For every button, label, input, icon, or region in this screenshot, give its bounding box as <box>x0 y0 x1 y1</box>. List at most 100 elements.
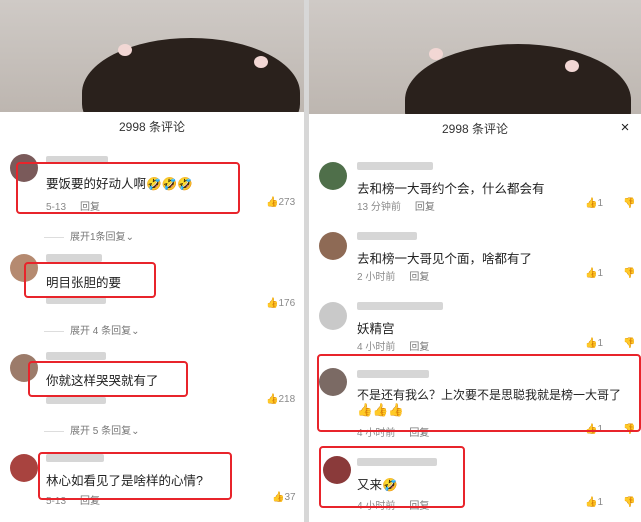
comment-text: 要饭要的好动人啊🤣🤣🤣 <box>46 177 193 191</box>
dislike-icon[interactable]: 👎 <box>623 268 635 279</box>
comment-text: 去和榜一大哥约个会，什么都会有 <box>357 182 545 196</box>
like-button[interactable]: 👍1 <box>585 424 603 435</box>
meta-blurred <box>46 397 106 404</box>
dislike-icon[interactable]: 👎 <box>623 198 635 209</box>
comment-text: 又来🤣 <box>357 478 398 492</box>
username-blurred[interactable] <box>357 370 429 378</box>
like-button[interactable]: 👍176 <box>266 298 295 309</box>
like-icon: 👍 <box>585 338 598 349</box>
like-count: 176 <box>278 298 296 309</box>
video-background <box>0 0 304 112</box>
right-comment-panel: 2998 条评论 × 去和榜一大哥约个会，什么都会有 13 分钟前 回复 👍1 👎… <box>309 0 641 522</box>
like-icon: 👍 <box>585 497 598 508</box>
comment-meta: 5-13 回复 <box>46 492 100 507</box>
avatar[interactable] <box>323 456 351 484</box>
comment-meta: 4 小时前 回复 <box>357 338 429 353</box>
like-icon: 👍 <box>266 197 279 208</box>
avatar[interactable] <box>10 254 38 282</box>
chevron-down-icon: ⌄ <box>131 426 140 437</box>
close-icon[interactable]: × <box>617 120 633 136</box>
like-button[interactable]: 👍1 <box>585 198 603 209</box>
like-count: 37 <box>284 492 296 503</box>
avatar[interactable] <box>10 154 38 182</box>
like-count: 1 <box>597 497 604 508</box>
like-icon: 👍 <box>585 198 598 209</box>
chevron-down-icon: ⌄ <box>125 232 134 243</box>
comment-time: 4 小时前 <box>357 342 396 353</box>
username-blurred[interactable] <box>46 156 108 164</box>
like-count: 1 <box>597 198 604 209</box>
reply-button[interactable]: 回复 <box>415 202 435 213</box>
comment-time: 13 分钟前 <box>357 202 401 213</box>
reply-button[interactable]: 回复 <box>409 428 429 439</box>
expand-replies-button[interactable]: 展开1条回复⌄ <box>44 228 134 243</box>
expand-replies-button[interactable]: 展开 4 条回复⌄ <box>44 322 140 337</box>
comment-date: 5-13 <box>46 496 67 507</box>
reply-button[interactable]: 回复 <box>409 272 429 283</box>
video-background <box>309 0 641 114</box>
comment-sheet: 2998 条评论 × 去和榜一大哥约个会，什么都会有 13 分钟前 回复 👍1 👎… <box>309 114 641 522</box>
like-button[interactable]: 👍1 <box>585 268 603 279</box>
username-blurred[interactable] <box>46 254 102 262</box>
avatar[interactable] <box>319 162 347 190</box>
like-button[interactable]: 👍218 <box>266 394 295 405</box>
reply-button[interactable]: 回复 <box>80 496 100 507</box>
like-button[interactable]: 👍1 <box>585 497 603 508</box>
dislike-icon[interactable]: 👎 <box>623 424 635 435</box>
like-icon: 👍 <box>266 298 279 309</box>
like-button[interactable]: 👍273 <box>266 197 295 208</box>
like-count: 1 <box>597 424 604 435</box>
username-blurred[interactable] <box>46 454 104 462</box>
comment-text: 明目张胆的要 <box>46 276 122 290</box>
reply-button[interactable]: 回复 <box>409 342 429 353</box>
comment-time: 2 小时前 <box>357 272 396 283</box>
like-icon: 👍 <box>266 394 279 405</box>
avatar[interactable] <box>10 354 38 382</box>
username-blurred[interactable] <box>357 302 443 310</box>
like-button[interactable]: 👍37 <box>272 492 296 503</box>
hair-shape <box>82 38 300 112</box>
comment-meta: 5-13 回复 <box>46 198 100 213</box>
username-blurred[interactable] <box>357 162 433 170</box>
like-count: 1 <box>597 338 604 349</box>
like-count: 273 <box>278 197 296 208</box>
comment-meta: 4 小时前 回复 <box>357 424 429 439</box>
like-count: 218 <box>278 394 296 405</box>
comment-meta: 2 小时前 回复 <box>357 268 429 283</box>
like-count: 1 <box>597 268 604 279</box>
reply-button[interactable]: 回复 <box>80 202 100 213</box>
hair-bow <box>118 44 132 56</box>
hair-bow <box>429 48 443 60</box>
comment-meta: 4 小时前 回复 <box>357 497 429 512</box>
avatar[interactable] <box>319 368 347 396</box>
like-icon: 👍 <box>585 268 598 279</box>
comment-date: 5-13 <box>46 202 67 213</box>
avatar[interactable] <box>319 302 347 330</box>
hair-bow <box>565 60 579 72</box>
avatar[interactable] <box>319 232 347 260</box>
comment-time: 4 小时前 <box>357 428 396 439</box>
expand-replies-button[interactable]: 展开 5 条回复⌄ <box>44 422 140 437</box>
username-blurred[interactable] <box>357 232 417 240</box>
comment-emoji: 👍👍👍 <box>357 403 404 417</box>
comment-count-title: 2998 条评论 <box>118 120 186 134</box>
comment-text: 你就这样哭哭就有了 <box>46 374 159 388</box>
comment-time: 4 小时前 <box>357 501 396 512</box>
comment-text: 不是还有我么？上次要不是思聪我就是榜一大哥了 <box>357 388 622 402</box>
left-comment-panel: 2998 条评论 要饭要的好动人啊🤣🤣🤣 5-13 回复 👍273 展开1条回复⌄… <box>0 0 304 522</box>
dislike-icon[interactable]: 👎 <box>623 338 635 349</box>
reply-button[interactable]: 回复 <box>409 501 429 512</box>
comment-meta: 13 分钟前 回复 <box>357 198 435 213</box>
username-blurred[interactable] <box>357 458 437 466</box>
like-button[interactable]: 👍1 <box>585 338 603 349</box>
like-icon: 👍 <box>272 492 285 503</box>
comment-sheet: 2998 条评论 要饭要的好动人啊🤣🤣🤣 5-13 回复 👍273 展开1条回复⌄… <box>0 112 304 522</box>
comment-meta <box>46 396 106 407</box>
hair-bow <box>254 56 268 68</box>
chevron-down-icon: ⌄ <box>131 326 140 337</box>
dislike-icon[interactable]: 👎 <box>623 497 635 508</box>
like-icon: 👍 <box>585 424 598 435</box>
comment-text: 林心如看见了是啥样的心情? <box>46 474 203 488</box>
avatar[interactable] <box>10 454 38 482</box>
username-blurred[interactable] <box>46 352 106 360</box>
